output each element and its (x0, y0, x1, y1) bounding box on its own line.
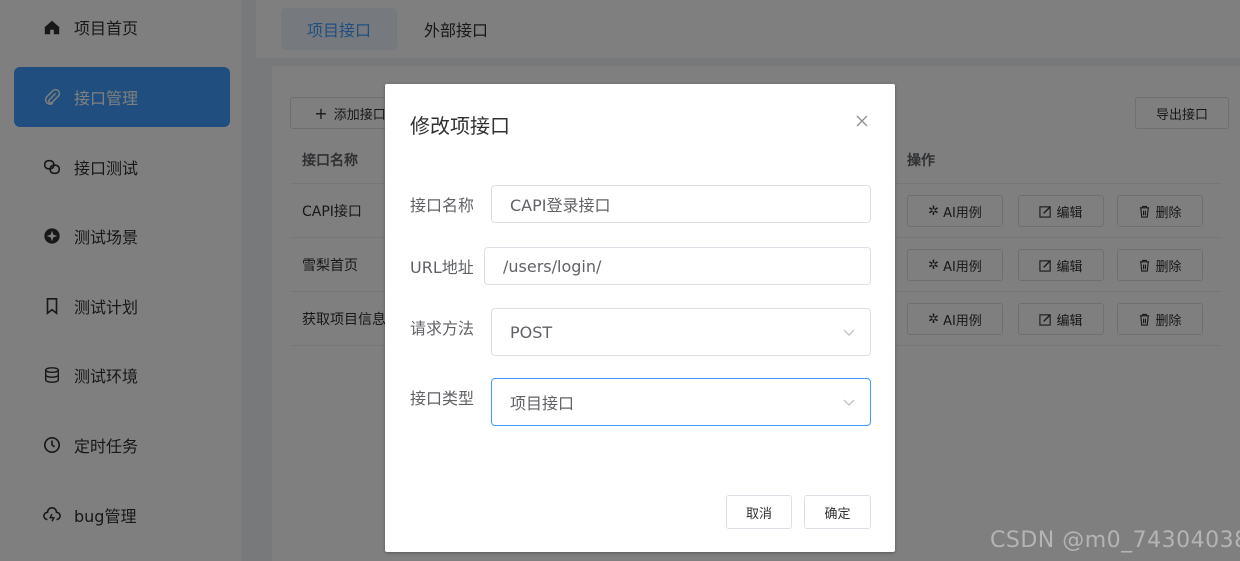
close-icon[interactable] (851, 110, 873, 132)
edit-api-dialog: 修改项接口 接口名称 CAPI登录接口 URL地址 /users/login/ … (385, 84, 895, 552)
watermark: CSDN @m0_74304038 (990, 528, 1240, 553)
dialog-title: 修改项接口 (410, 114, 510, 138)
method-label: 请求方法 (410, 319, 475, 338)
method-value: POST (510, 322, 553, 342)
confirm-button[interactable]: 确定 (804, 495, 871, 529)
type-label: 接口类型 (410, 389, 475, 408)
url-label: URL地址 (410, 258, 474, 277)
type-value: 项目接口 (510, 394, 575, 413)
url-input[interactable]: /users/login/ (484, 247, 871, 285)
api-name-label: 接口名称 (410, 196, 475, 215)
type-select[interactable]: 项目接口 (491, 378, 871, 426)
api-name-input[interactable]: CAPI登录接口 (491, 185, 871, 223)
cancel-button[interactable]: 取消 (726, 495, 792, 529)
chevron-down-icon (843, 399, 855, 406)
chevron-down-icon (843, 329, 855, 336)
method-select[interactable]: POST (491, 308, 871, 356)
